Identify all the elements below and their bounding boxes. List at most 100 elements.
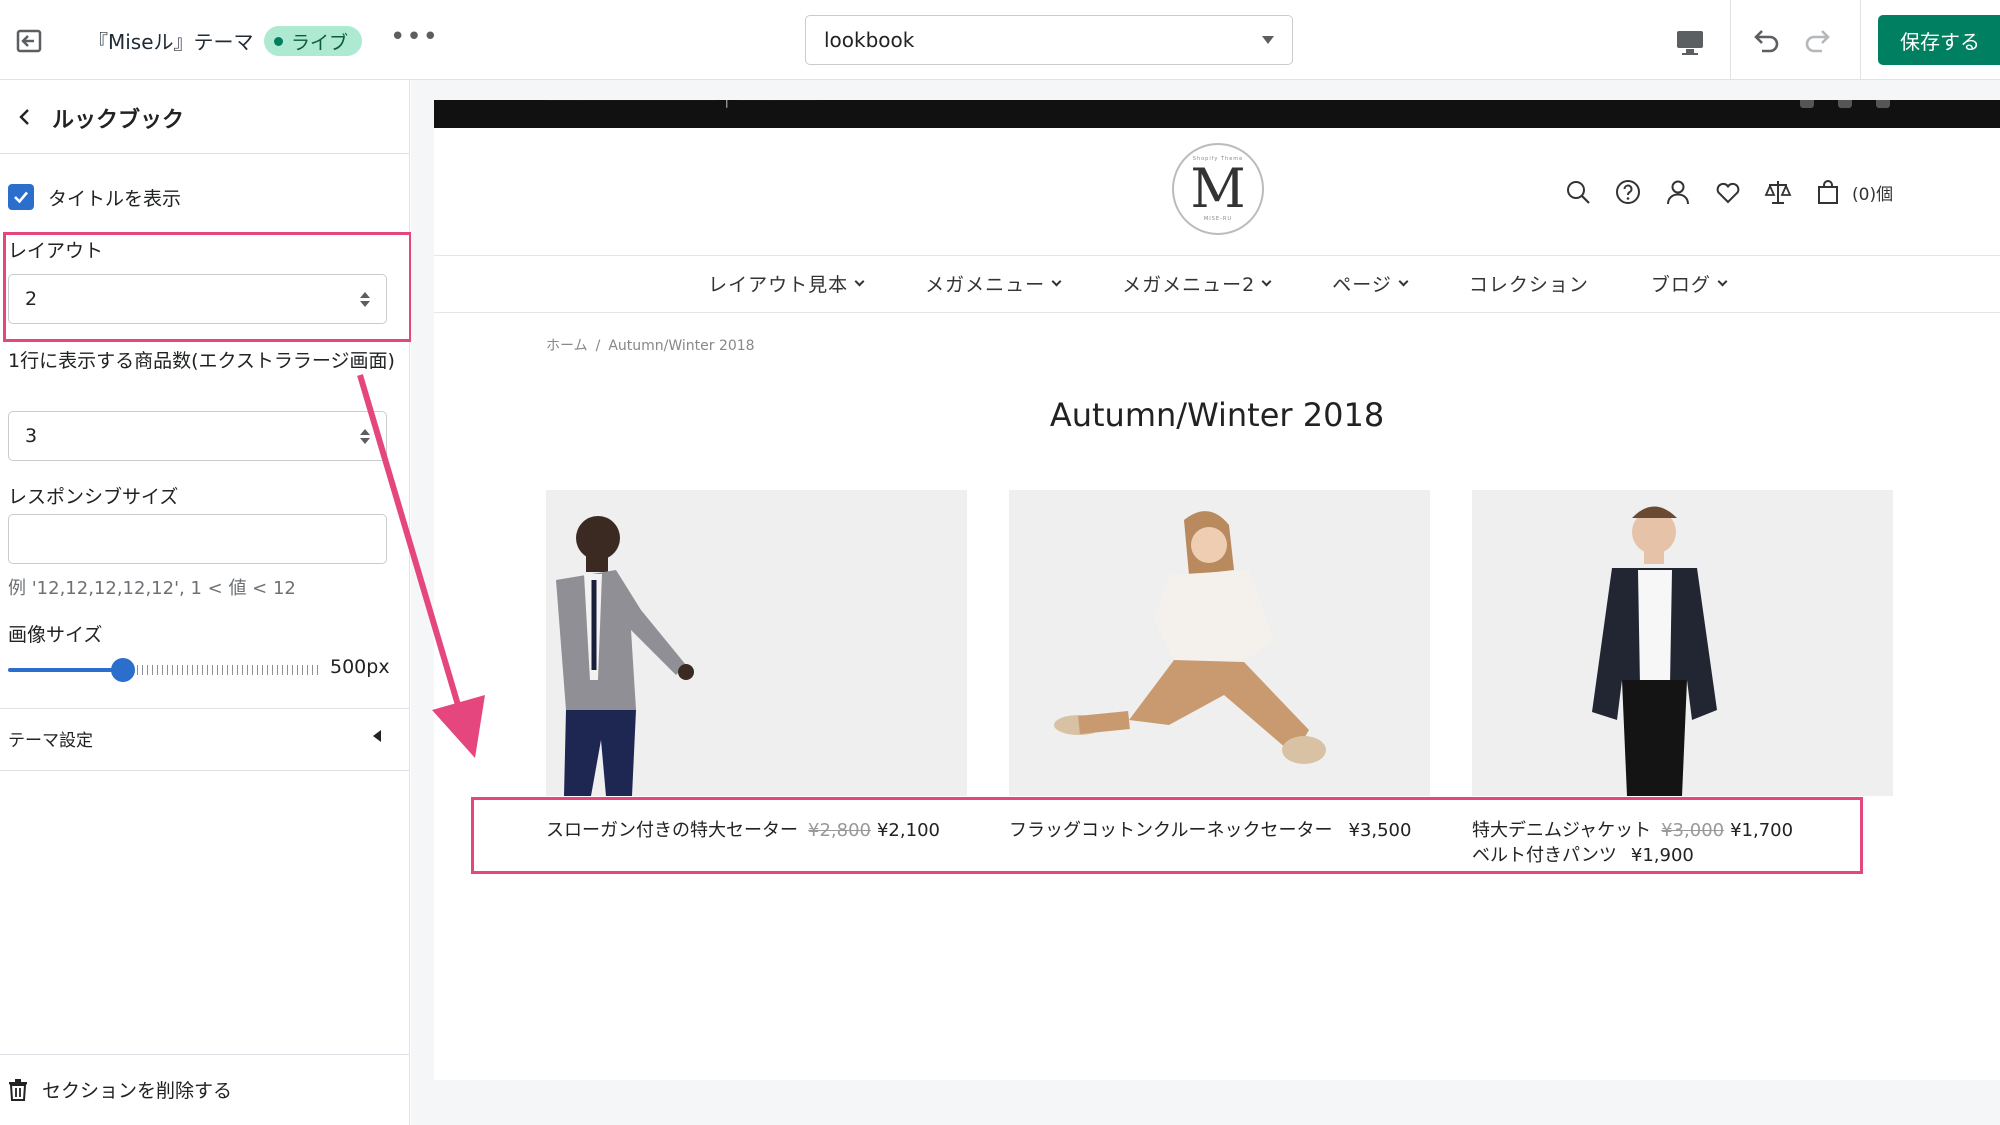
breadcrumb-current: Autumn/Winter 2018	[608, 338, 755, 354]
nav-label: コレクション	[1468, 274, 1589, 296]
delete-section-button[interactable]: セクションを削除する	[8, 1076, 232, 1103]
model-photo-3	[1472, 490, 1893, 796]
nav-label: ページ	[1332, 274, 1392, 296]
product-price-secondary: ¥1,900	[1630, 845, 1694, 866]
chevron-down-icon	[1262, 36, 1274, 44]
storefront-preview: ━━━━━━━━━━━━━━━━━ │ ━━━━━━━━ Shopify The…	[434, 100, 2000, 1080]
trash-icon	[9, 1078, 27, 1101]
help-icon[interactable]	[1614, 178, 1642, 206]
nav-item-mega-menu-2[interactable]: メガメニュー2	[1122, 270, 1272, 297]
responsive-size-label: レスポンシブサイズ	[8, 486, 179, 508]
panel-header: ルックブック	[0, 80, 410, 154]
breadcrumb-home-link[interactable]: ホーム	[546, 338, 588, 354]
logo-letter: M	[1190, 157, 1246, 220]
product-image[interactable]	[1009, 490, 1430, 796]
product-old-price: ¥2,800	[808, 820, 871, 841]
product-price: ¥3,500	[1348, 820, 1412, 841]
account-icon[interactable]	[1664, 178, 1692, 206]
redo-button[interactable]	[1800, 22, 1836, 58]
show-title-checkbox[interactable]	[8, 184, 34, 210]
undo-button[interactable]	[1748, 22, 1784, 58]
main-navigation: レイアウト見本 メガメニュー メガメニュー2 ページ コレクション ブログ	[434, 270, 2000, 297]
announcement-text-icon: ━━━━━━━━━━━━━━━━━ │ ━━━━━━━━	[546, 100, 818, 108]
header-divider	[434, 255, 2000, 256]
chevron-down-icon	[1398, 276, 1409, 287]
save-button[interactable]: 保存する	[1878, 15, 2000, 65]
product-old-price: ¥3,000	[1661, 820, 1725, 841]
nav-item-blog[interactable]: ブログ	[1650, 270, 1728, 297]
products-per-row-value: 3	[25, 425, 38, 447]
live-badge: ライブ	[264, 26, 363, 56]
store-logo[interactable]: Shopify Theme M MISE-RU	[1172, 143, 1264, 235]
topbar-divider	[1730, 0, 1731, 80]
panel-title: ルックブック	[52, 108, 185, 133]
twitter-icon[interactable]	[1838, 100, 1852, 108]
nav-item-pages[interactable]: ページ	[1332, 270, 1409, 297]
undo-icon	[1754, 30, 1779, 53]
product-info: フラッグコットンクルーネックセーター ¥3,500	[1009, 818, 1469, 843]
redo-icon	[1805, 30, 1830, 53]
heart-icon[interactable]	[1714, 178, 1742, 206]
breadcrumb-separator: /	[595, 338, 601, 354]
nav-label: メガメニュー2	[1122, 274, 1256, 296]
checkmark-icon	[14, 191, 28, 204]
exit-icon	[16, 29, 42, 53]
search-icon[interactable]	[1564, 178, 1592, 206]
product-name[interactable]: フラッグコットンクルーネックセーター	[1009, 820, 1332, 841]
nav-label: ブログ	[1650, 274, 1711, 296]
slider-ticks	[137, 665, 318, 675]
template-select[interactable]: lookbook	[805, 15, 1293, 65]
layout-select[interactable]: 2	[8, 274, 387, 324]
product-price: ¥2,100	[876, 820, 940, 841]
product-name[interactable]: 特大デニムジャケット	[1472, 820, 1651, 841]
exit-button[interactable]	[12, 24, 46, 58]
theme-settings-link[interactable]: テーマ設定	[8, 726, 93, 751]
nav-item-mega-menu[interactable]: メガメニュー	[925, 270, 1062, 297]
cart-icon[interactable]	[1814, 178, 1842, 206]
image-size-slider[interactable]	[8, 658, 318, 682]
back-button[interactable]	[10, 102, 40, 132]
template-select-value: lookbook	[824, 28, 915, 52]
logo-bottom-text: MISE-RU	[1203, 216, 1233, 222]
cart-count[interactable]: (0)個	[1852, 180, 1893, 205]
social-icons	[1800, 100, 1890, 108]
product-card: スローガン付きの特大セーター ¥2,800 ¥2,100	[546, 490, 967, 841]
show-title-label: タイトルを表示	[48, 188, 182, 210]
products-per-row-select[interactable]: 3	[8, 411, 387, 461]
collection-title: Autumn/Winter 2018	[1049, 396, 1385, 434]
device-preview-button[interactable]	[1672, 24, 1708, 60]
chevron-down-icon	[1261, 276, 1272, 287]
select-arrows-icon	[360, 291, 370, 307]
nav-item-collections[interactable]: コレクション	[1469, 270, 1589, 297]
product-name-secondary[interactable]: ベルト付きパンツ	[1472, 845, 1617, 866]
product-image[interactable]	[1472, 490, 1893, 796]
image-size-label: 画像サイズ	[8, 624, 103, 646]
product-info: スローガン付きの特大セーター ¥2,800 ¥2,100	[546, 818, 1006, 843]
header-icons: (0)個	[1564, 178, 1893, 206]
facebook-icon[interactable]	[1800, 100, 1814, 108]
product-image[interactable]	[546, 490, 967, 796]
panel-divider	[0, 770, 410, 771]
slider-thumb[interactable]	[111, 658, 135, 682]
chevron-down-icon	[1051, 276, 1062, 287]
compare-icon[interactable]	[1764, 178, 1792, 206]
nav-label: レイアウト見本	[708, 274, 849, 296]
announcement-bar: ━━━━━━━━━━━━━━━━━ │ ━━━━━━━━	[434, 100, 2000, 128]
product-price: ¥1,700	[1730, 820, 1794, 841]
product-name[interactable]: スローガン付きの特大セーター	[546, 820, 798, 841]
live-badge-label: ライブ	[291, 31, 349, 54]
delete-section-label: セクションを削除する	[42, 1080, 233, 1102]
chevron-down-icon	[1717, 276, 1728, 287]
nav-label: メガメニュー	[925, 274, 1046, 296]
nav-item-layout-samples[interactable]: レイアウト見本	[708, 270, 865, 297]
topbar-divider	[1860, 0, 1861, 80]
responsive-size-input[interactable]	[8, 514, 387, 564]
layout-select-value: 2	[25, 288, 38, 310]
nav-divider	[434, 312, 2000, 313]
instagram-icon[interactable]	[1876, 100, 1890, 108]
breadcrumb: ホーム / Autumn/Winter 2018	[546, 335, 755, 355]
theme-name: 『Miseル』テーマ	[88, 30, 254, 54]
live-dot-icon	[274, 36, 283, 46]
model-photo-2	[1009, 490, 1430, 796]
more-actions-button[interactable]: •••	[390, 22, 438, 56]
